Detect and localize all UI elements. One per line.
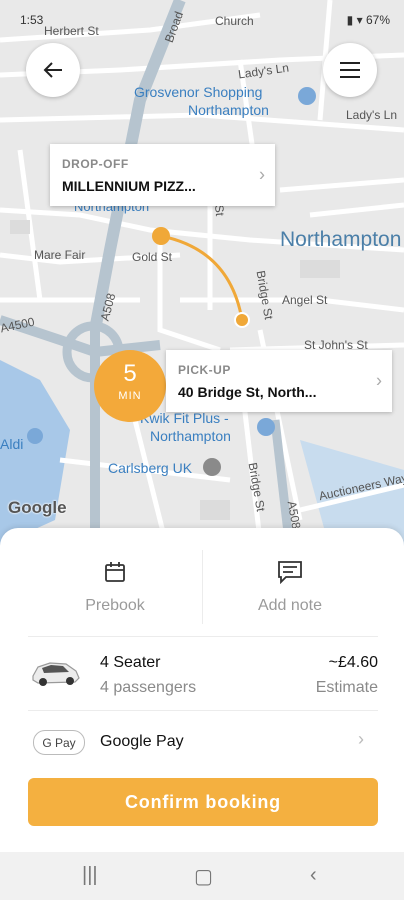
eta-number: 5: [123, 360, 137, 387]
area-label: Northampton: [280, 228, 402, 251]
shop-poi-icon: [27, 428, 43, 444]
booking-sheet: Prebook Add note 4 Seater 4 passengers ~…: [0, 528, 404, 852]
shopping-poi-icon: [298, 87, 316, 105]
google-attribution: Google: [8, 498, 67, 517]
system-nav-bar: ||| ▢ ‹: [0, 852, 404, 900]
chevron-right-icon: ›: [358, 729, 364, 749]
add-note-option[interactable]: Add note: [204, 560, 376, 615]
poi-label: Aldi: [0, 436, 24, 452]
pickup-caption: PICK-UP: [178, 363, 231, 377]
eta-unit: MIN: [118, 390, 142, 402]
pickup-marker: [234, 312, 250, 328]
car-icon: [32, 662, 80, 686]
status-battery: ▮ ▾ 67%: [346, 13, 390, 27]
status-bar: 1:53 ▮ ▾ 67%: [0, 0, 404, 36]
hamburger-icon: [340, 62, 360, 78]
dropoff-marker: [152, 227, 170, 245]
chevron-right-icon: ›: [376, 370, 382, 391]
pickup-address: 40 Bridge St, North...: [178, 384, 317, 400]
chevron-right-icon: ›: [259, 164, 265, 185]
street-label: Angel St: [282, 293, 328, 307]
calendar-icon: [105, 562, 125, 582]
ride-capacity: 4 passengers: [100, 679, 197, 696]
arrow-left-icon: [43, 62, 62, 78]
price-estimate-note: Estimate: [315, 679, 378, 696]
home-icon[interactable]: ▢: [194, 864, 213, 889]
payment-method-label: Google Pay: [100, 733, 184, 750]
street-label: Mare Fair: [34, 248, 86, 262]
dropoff-caption: DROP-OFF: [62, 157, 129, 171]
status-time: 1:53: [20, 13, 44, 27]
divider: [28, 710, 378, 711]
street-label: Gold St: [132, 250, 173, 264]
ride-name: 4 Seater: [100, 654, 161, 671]
note-icon: [278, 561, 302, 585]
divider: [202, 550, 203, 624]
poi-label: Northampton: [188, 102, 269, 118]
recent-apps-icon[interactable]: |||: [82, 864, 98, 887]
prebook-label: Prebook: [85, 597, 145, 614]
ride-price: ~£4.60: [328, 654, 378, 671]
brewery-poi-icon: [203, 458, 221, 476]
back-nav-icon[interactable]: ‹: [310, 864, 317, 887]
poi-label: Northampton: [150, 428, 231, 444]
pickup-card[interactable]: PICK-UP 40 Bridge St, North... ›: [166, 350, 392, 412]
dropoff-address: MILLENNIUM PIZZ...: [62, 178, 196, 194]
divider: [28, 636, 378, 637]
street-label: Lady's Ln: [346, 108, 397, 122]
poi-label: Grosvenor Shopping: [134, 84, 263, 100]
google-pay-icon: G Pay: [33, 730, 85, 755]
confirm-booking-button[interactable]: Confirm booking: [28, 778, 378, 826]
poi-label: Carlsberg UK: [108, 460, 193, 476]
back-button[interactable]: [26, 43, 80, 97]
eta-badge: 5 MIN: [94, 350, 166, 422]
menu-button[interactable]: [323, 43, 377, 97]
add-note-label: Add note: [257, 597, 323, 614]
service-poi-icon: [257, 418, 275, 436]
dropoff-card[interactable]: DROP-OFF MILLENNIUM PIZZ... ›: [50, 144, 275, 206]
prebook-option[interactable]: Prebook: [29, 560, 201, 615]
